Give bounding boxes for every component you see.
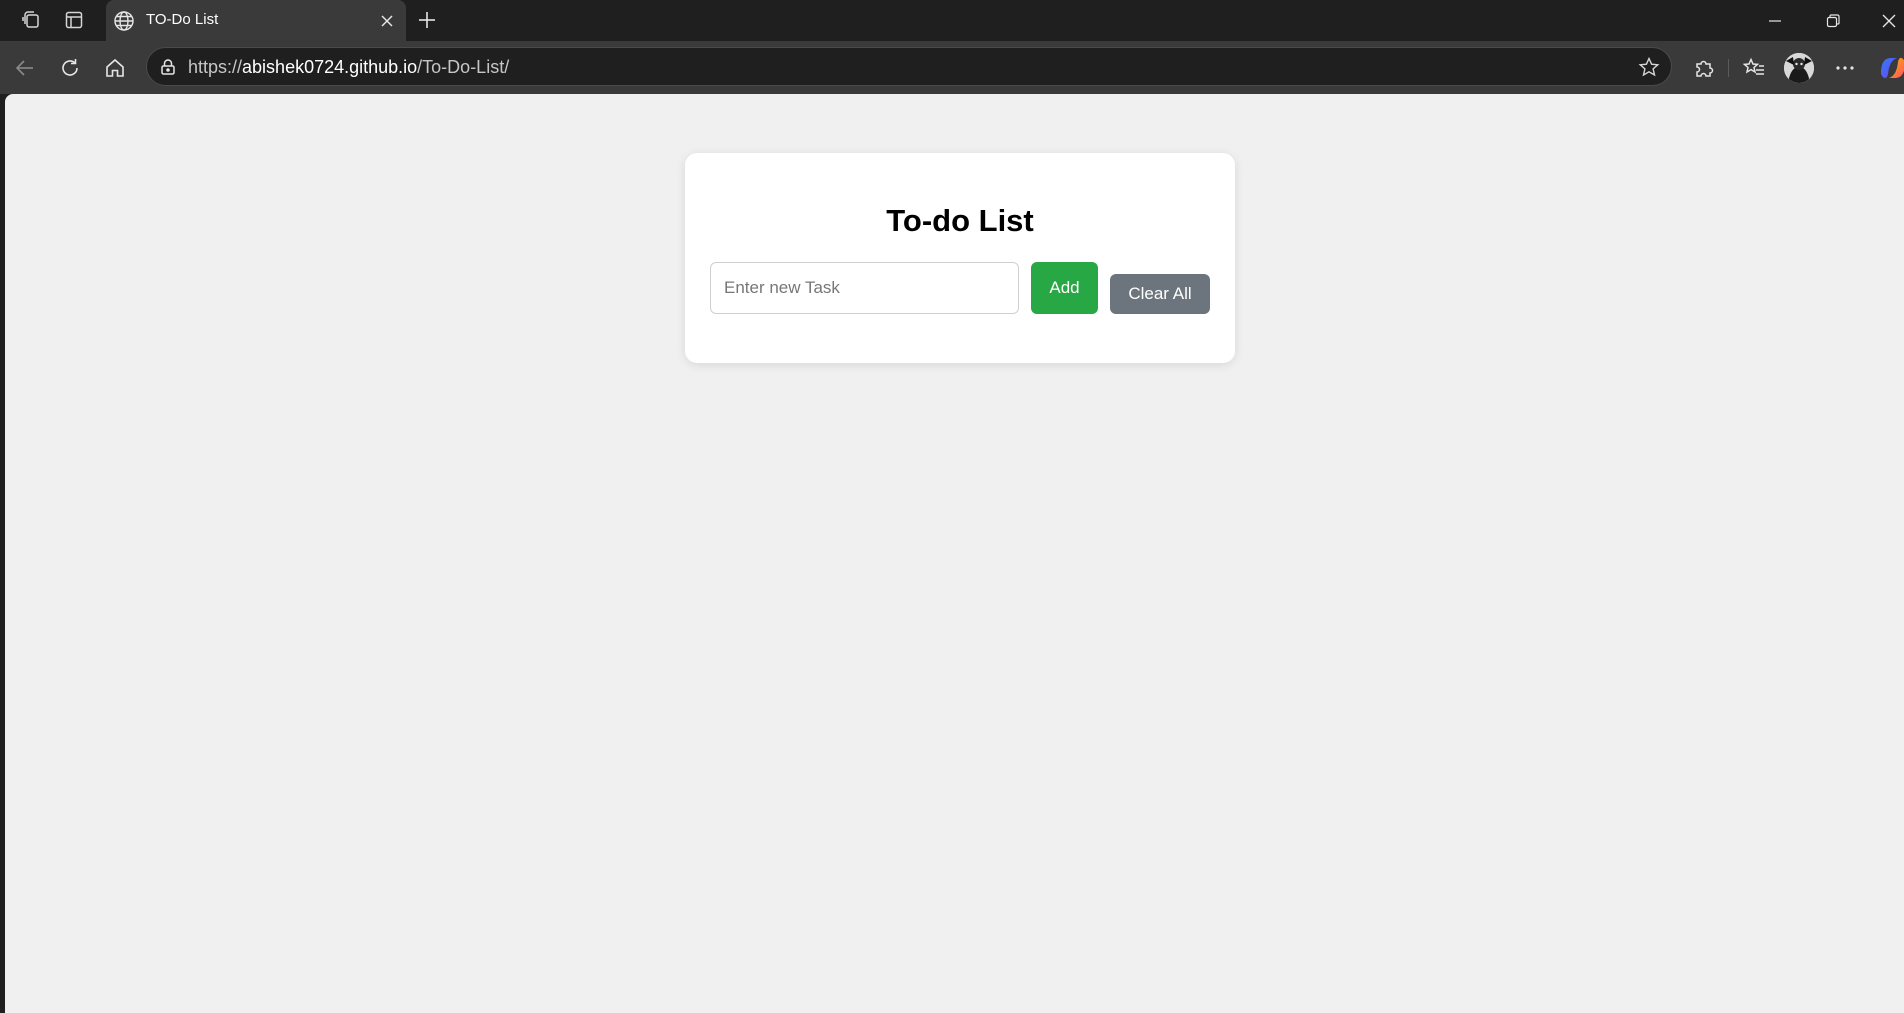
home-icon[interactable] xyxy=(100,53,130,83)
tab-title: TO-Do List xyxy=(146,11,219,28)
address-bar[interactable]: https://abishek0724.github.io/To-Do-List… xyxy=(146,47,1672,86)
back-arrow-icon[interactable] xyxy=(10,53,40,83)
active-tab[interactable]: TO-Do List xyxy=(106,0,406,41)
page-title: To-do List xyxy=(886,203,1034,238)
tab-actions-icon[interactable] xyxy=(62,8,86,32)
url-text[interactable]: https://abishek0724.github.io/To-Do-List… xyxy=(188,57,509,77)
add-button[interactable]: Add xyxy=(1031,262,1098,314)
clear-all-button[interactable]: Clear All xyxy=(1110,274,1210,314)
avatar[interactable] xyxy=(1784,53,1814,83)
url-protocol: https:// xyxy=(188,57,243,77)
refresh-icon[interactable] xyxy=(55,53,85,83)
title-bar: TO-Do List xyxy=(0,0,1904,41)
page-viewport: To-do List Add Clear All xyxy=(5,94,1904,1013)
task-input[interactable] xyxy=(710,262,1019,314)
toolbar-divider xyxy=(1728,59,1729,77)
url-path: /To-Do-List/ xyxy=(417,57,510,77)
copilot-icon[interactable] xyxy=(1877,52,1904,84)
close-window-icon[interactable] xyxy=(1874,6,1904,36)
star-icon[interactable] xyxy=(1637,55,1661,79)
globe-icon xyxy=(112,9,136,33)
todo-card: To-do List Add Clear All xyxy=(685,153,1235,363)
minimize-icon[interactable] xyxy=(1760,6,1790,36)
favorites-icon[interactable] xyxy=(1739,53,1769,83)
plus-icon[interactable] xyxy=(415,8,439,32)
lock-icon[interactable] xyxy=(157,56,179,78)
more-icon[interactable] xyxy=(1830,53,1860,83)
restore-icon[interactable] xyxy=(1818,6,1848,36)
workspaces-icon[interactable] xyxy=(19,8,43,32)
puzzle-icon[interactable] xyxy=(1689,53,1719,83)
close-icon[interactable] xyxy=(376,10,398,32)
browser-toolbar: https://abishek0724.github.io/To-Do-List… xyxy=(0,41,1904,94)
url-host: abishek0724.github.io xyxy=(242,57,418,77)
